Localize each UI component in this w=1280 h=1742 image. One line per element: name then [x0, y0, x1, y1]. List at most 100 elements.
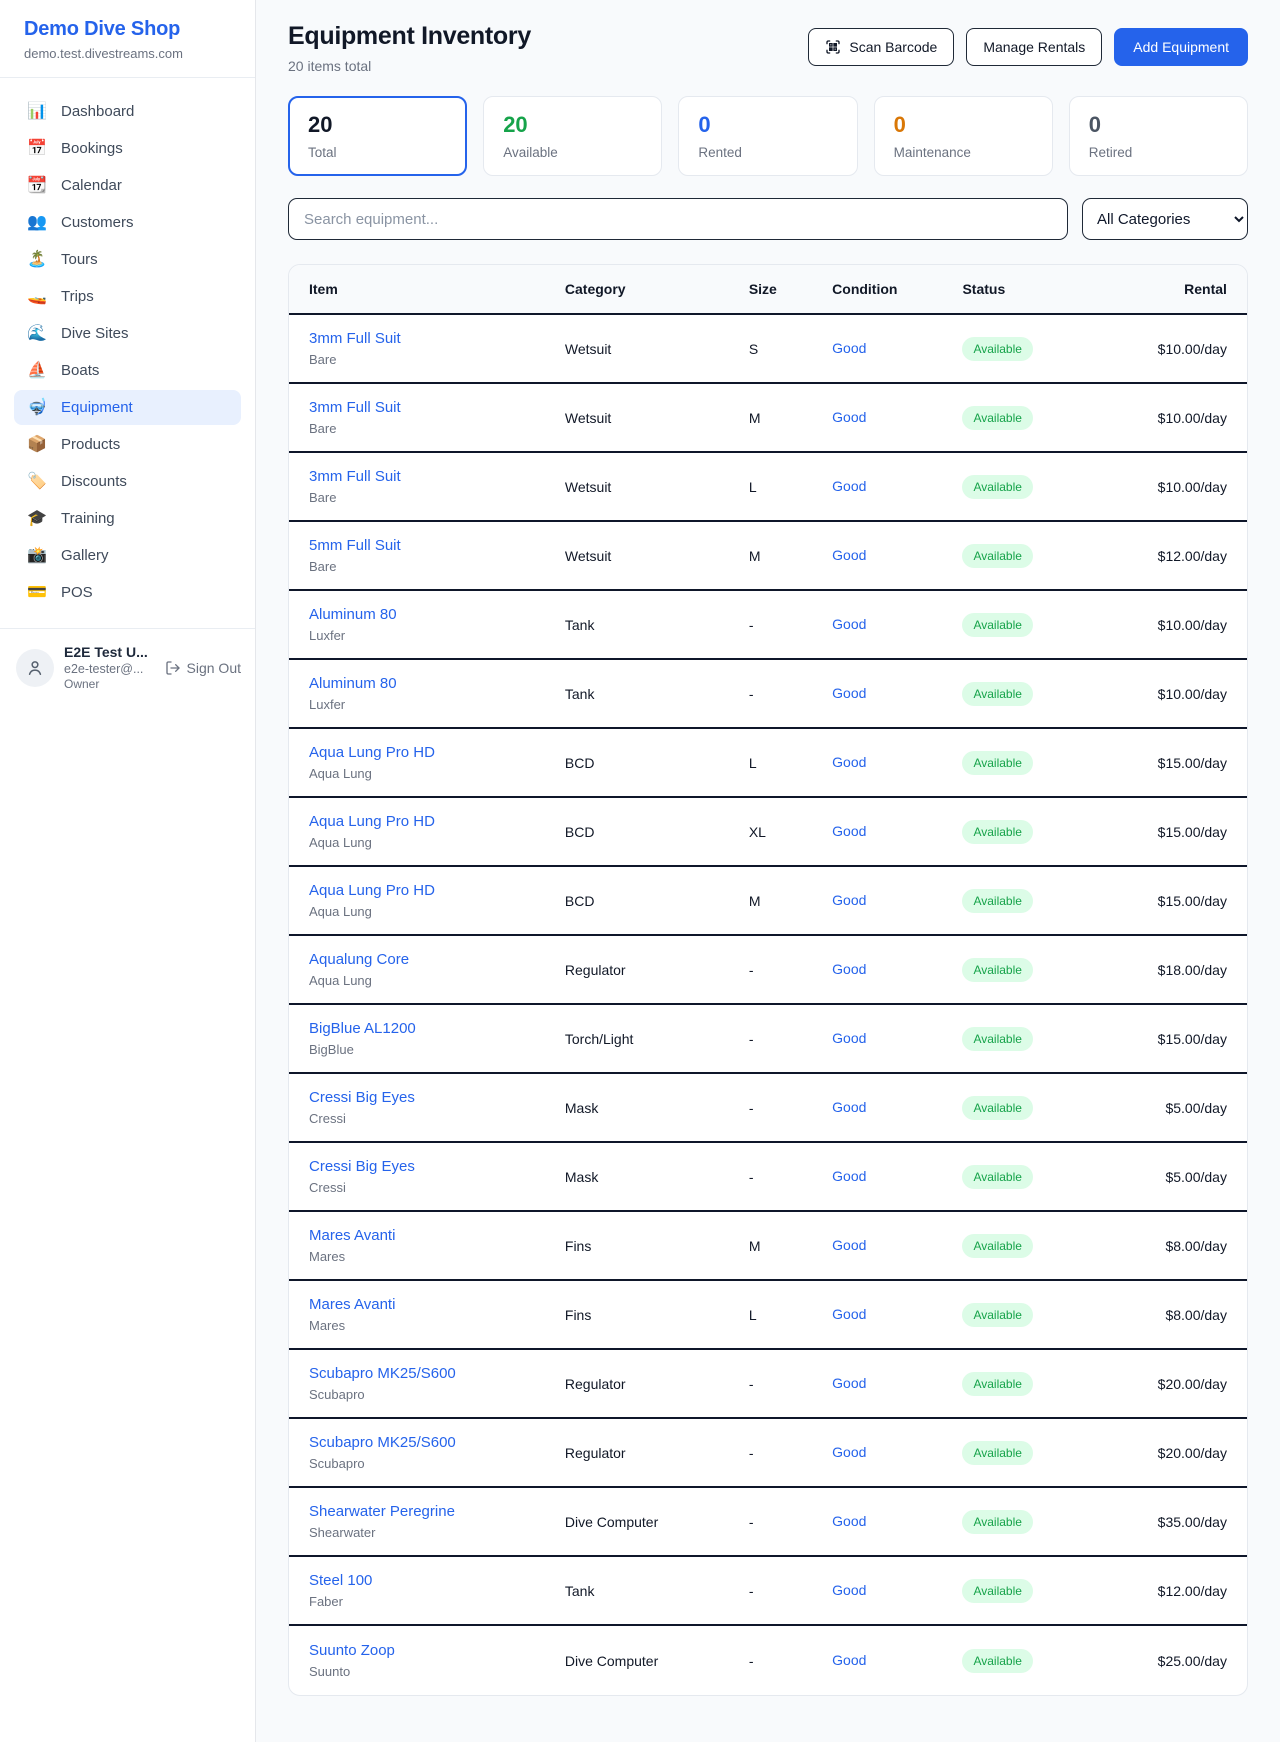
- item-name-link[interactable]: Aqualung Core: [309, 951, 565, 968]
- sidebar-item-bookings[interactable]: 📅 Bookings: [14, 131, 241, 166]
- condition-link[interactable]: Good: [832, 1444, 866, 1460]
- condition-link[interactable]: Good: [832, 754, 866, 770]
- item-category: Tank: [565, 617, 749, 633]
- sidebar-item-training[interactable]: 🎓 Training: [14, 501, 241, 536]
- item-name-link[interactable]: Cressi Big Eyes: [309, 1158, 565, 1175]
- column-header-category: Category: [565, 265, 749, 313]
- sidebar-item-trips[interactable]: 🚤 Trips: [14, 279, 241, 314]
- condition-link[interactable]: Good: [832, 1099, 866, 1115]
- item-category: Tank: [565, 686, 749, 702]
- item-name-link[interactable]: Shearwater Peregrine: [309, 1503, 565, 1520]
- condition-link[interactable]: Good: [832, 1652, 866, 1668]
- item-name-link[interactable]: Aqua Lung Pro HD: [309, 813, 565, 830]
- condition-link[interactable]: Good: [832, 409, 866, 425]
- item-name-link[interactable]: Aqua Lung Pro HD: [309, 744, 565, 761]
- sidebar-item-products[interactable]: 📦 Products: [14, 427, 241, 462]
- tours-icon: 🏝️: [26, 252, 48, 268]
- condition-link[interactable]: Good: [832, 1168, 866, 1184]
- item-name-link[interactable]: Mares Avanti: [309, 1296, 565, 1313]
- item-name-link[interactable]: Suunto Zoop: [309, 1642, 565, 1659]
- table-header-row: Item Category Size Condition Status Rent…: [289, 265, 1247, 315]
- item-brand: Luxfer: [309, 697, 565, 712]
- condition-link[interactable]: Good: [832, 961, 866, 977]
- condition-link[interactable]: Good: [832, 1306, 866, 1322]
- search-input[interactable]: [288, 198, 1068, 240]
- item-name-link[interactable]: 3mm Full Suit: [309, 468, 565, 485]
- item-name-link[interactable]: Cressi Big Eyes: [309, 1089, 565, 1106]
- condition-link[interactable]: Good: [832, 823, 866, 839]
- status-badge: Available: [962, 1096, 1032, 1120]
- item-name-link[interactable]: Aqua Lung Pro HD: [309, 882, 565, 899]
- avatar: [16, 649, 54, 687]
- user-name: E2E Test U...: [64, 643, 148, 661]
- sidebar-item-dive-sites[interactable]: 🌊 Dive Sites: [14, 316, 241, 351]
- sidebar-item-pos[interactable]: 💳 POS: [14, 575, 241, 610]
- item-category: Dive Computer: [565, 1514, 749, 1530]
- condition-link[interactable]: Good: [832, 892, 866, 908]
- item-name-link[interactable]: 5mm Full Suit: [309, 537, 565, 554]
- item-size: L: [749, 755, 832, 771]
- sidebar-item-gallery[interactable]: 📸 Gallery: [14, 538, 241, 573]
- sidebar-item-label: Trips: [61, 288, 94, 305]
- column-header-size: Size: [749, 265, 832, 313]
- table-row: Cressi Big Eyes Cressi Mask - Good Avail…: [289, 1143, 1247, 1212]
- item-name-link[interactable]: Scubapro MK25/S600: [309, 1365, 565, 1382]
- condition-link[interactable]: Good: [832, 1030, 866, 1046]
- item-name-link[interactable]: Mares Avanti: [309, 1227, 565, 1244]
- add-equipment-button[interactable]: Add Equipment: [1114, 28, 1248, 66]
- condition-link[interactable]: Good: [832, 340, 866, 356]
- sidebar-item-equipment[interactable]: 🤿 Equipment: [14, 390, 241, 425]
- sidebar-nav: 📊 Dashboard 📅 Bookings 📆 Calendar 👥 Cust…: [0, 78, 255, 618]
- condition-link[interactable]: Good: [832, 1582, 866, 1598]
- equipment-icon: 🤿: [26, 400, 48, 416]
- condition-link[interactable]: Good: [832, 1375, 866, 1391]
- item-rental: $8.00/day: [1118, 1307, 1247, 1323]
- sidebar-item-boats[interactable]: ⛵ Boats: [14, 353, 241, 388]
- item-brand: Mares: [309, 1318, 565, 1333]
- sidebar-item-discounts[interactable]: 🏷️ Discounts: [14, 464, 241, 499]
- table-row: 3mm Full Suit Bare Wetsuit M Good Availa…: [289, 384, 1247, 453]
- item-rental: $12.00/day: [1118, 1583, 1247, 1599]
- condition-link[interactable]: Good: [832, 478, 866, 494]
- item-size: XL: [749, 824, 832, 840]
- item-rental: $8.00/day: [1118, 1238, 1247, 1254]
- item-name-link[interactable]: 3mm Full Suit: [309, 330, 565, 347]
- item-brand: Aqua Lung: [309, 766, 565, 781]
- sign-out-button[interactable]: Sign Out: [165, 660, 241, 676]
- stat-card-available[interactable]: 20 Available: [483, 96, 662, 176]
- scan-barcode-button[interactable]: Scan Barcode: [808, 28, 954, 66]
- sidebar-item-tours[interactable]: 🏝️ Tours: [14, 242, 241, 277]
- condition-link[interactable]: Good: [832, 547, 866, 563]
- item-size: -: [749, 1169, 832, 1185]
- condition-link[interactable]: Good: [832, 685, 866, 701]
- item-name-link[interactable]: Aluminum 80: [309, 675, 565, 692]
- item-brand: Aqua Lung: [309, 904, 565, 919]
- condition-link[interactable]: Good: [832, 1237, 866, 1253]
- sidebar-item-label: Boats: [61, 362, 99, 379]
- stat-value: 0: [894, 112, 1033, 138]
- sidebar-item-calendar[interactable]: 📆 Calendar: [14, 168, 241, 203]
- user-info: E2E Test U... e2e-tester@... Owner: [64, 643, 148, 693]
- table-row: Cressi Big Eyes Cressi Mask - Good Avail…: [289, 1074, 1247, 1143]
- category-select[interactable]: All Categories: [1082, 198, 1248, 240]
- manage-rentals-button[interactable]: Manage Rentals: [966, 28, 1102, 66]
- sidebar-item-dashboard[interactable]: 📊 Dashboard: [14, 94, 241, 129]
- stat-card-retired[interactable]: 0 Retired: [1069, 96, 1248, 176]
- stat-card-maintenance[interactable]: 0 Maintenance: [874, 96, 1053, 176]
- table-row: 5mm Full Suit Bare Wetsuit M Good Availa…: [289, 522, 1247, 591]
- sidebar-item-customers[interactable]: 👥 Customers: [14, 205, 241, 240]
- item-name-link[interactable]: Aluminum 80: [309, 606, 565, 623]
- item-name-link[interactable]: Steel 100: [309, 1572, 565, 1589]
- scan-barcode-label: Scan Barcode: [849, 39, 937, 55]
- calendar-icon: 📆: [26, 178, 48, 194]
- user-block: E2E Test U... e2e-tester@... Owner Sign …: [0, 628, 255, 707]
- brand-title[interactable]: Demo Dive Shop: [24, 18, 231, 41]
- item-category: Mask: [565, 1169, 749, 1185]
- item-name-link[interactable]: BigBlue AL1200: [309, 1020, 565, 1037]
- stat-card-rented[interactable]: 0 Rented: [678, 96, 857, 176]
- item-name-link[interactable]: Scubapro MK25/S600: [309, 1434, 565, 1451]
- condition-link[interactable]: Good: [832, 616, 866, 632]
- item-name-link[interactable]: 3mm Full Suit: [309, 399, 565, 416]
- stat-card-total[interactable]: 20 Total: [288, 96, 467, 176]
- condition-link[interactable]: Good: [832, 1513, 866, 1529]
